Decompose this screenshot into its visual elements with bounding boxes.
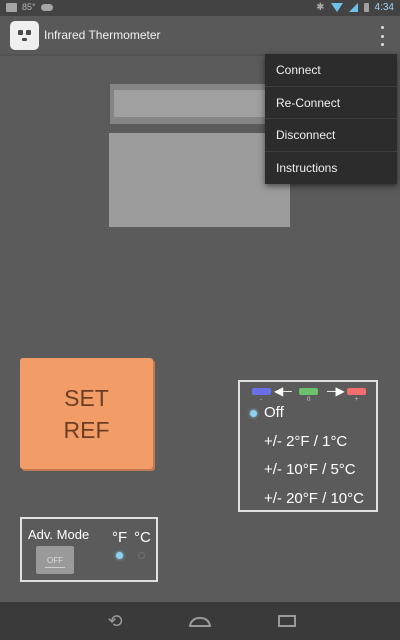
set-ref-label-line2: REF: [63, 416, 110, 443]
recents-icon[interactable]: [272, 611, 302, 631]
signal-icon: [348, 3, 358, 12]
tolerance-option-10f[interactable]: +/- 10°F / 5°C: [264, 461, 356, 478]
thermal-image-area: [109, 133, 290, 227]
wifi-icon: [330, 3, 343, 12]
tolerance-panel: ◀─ ─▶ - 0 + Off +/- 2°F / 1°C +/- 10°F /…: [238, 380, 378, 512]
home-icon[interactable]: [185, 611, 215, 631]
unit-c-label: °C: [134, 529, 151, 546]
tolerance-option-2f[interactable]: +/- 2°F / 1°C: [264, 433, 347, 450]
tolerance-legend: ◀─ ─▶ - 0 +: [252, 384, 370, 403]
tolerance-option-20f[interactable]: +/- 20°F / 10°C: [264, 490, 364, 507]
status-time: 4:34: [374, 2, 394, 13]
legend-zero-bar: [299, 388, 318, 395]
menu-item-instructions[interactable]: Instructions: [265, 152, 397, 185]
reading-field: [114, 90, 286, 117]
tolerance-option-off[interactable]: Off: [264, 404, 284, 421]
battery-icon: [363, 3, 369, 12]
weather-icon: [40, 3, 53, 11]
back-icon[interactable]: ⟲: [100, 611, 130, 631]
unit-f-label: °F: [112, 529, 128, 546]
bluetooth-icon: ✱: [316, 2, 325, 13]
action-bar: Infrared Thermometer: [0, 16, 400, 56]
menu-item-connect[interactable]: Connect: [265, 54, 397, 87]
unit-c-radio[interactable]: [138, 552, 145, 559]
menu-item-disconnect[interactable]: Disconnect: [265, 119, 397, 152]
unit-f-radio[interactable]: [116, 552, 123, 559]
menu-item-reconnect[interactable]: Re-Connect: [265, 87, 397, 119]
set-ref-button[interactable]: SET REF: [20, 358, 153, 469]
adv-mode-toggle[interactable]: OFF: [36, 546, 74, 574]
arrow-right-icon: ─▶: [327, 384, 345, 398]
legend-minus-bar: [252, 388, 271, 395]
advanced-panel: Adv. Mode OFF °F °C: [20, 517, 158, 582]
overflow-menu: Connect Re-Connect Disconnect Instructio…: [265, 54, 397, 184]
reading-display: [110, 84, 290, 124]
app-icon[interactable]: [10, 21, 39, 50]
legend-zero-label: 0: [307, 397, 311, 403]
legend-plus-label: +: [355, 397, 359, 403]
status-temperature: 85°: [22, 2, 36, 12]
tolerance-off-radio[interactable]: [250, 410, 257, 417]
app-title: Infrared Thermometer: [44, 28, 161, 42]
navigation-bar: ⟲: [0, 602, 400, 640]
overflow-menu-icon[interactable]: [378, 26, 386, 46]
set-ref-label-line1: SET: [64, 384, 109, 411]
legend-plus-bar: [347, 388, 366, 395]
adv-mode-label: Adv. Mode: [28, 527, 90, 542]
legend-minus-label: -: [260, 397, 262, 403]
image-icon: [6, 2, 17, 12]
arrow-left-icon: ◀─: [274, 384, 292, 398]
status-bar: 85° ✱ 4:34: [0, 0, 400, 16]
